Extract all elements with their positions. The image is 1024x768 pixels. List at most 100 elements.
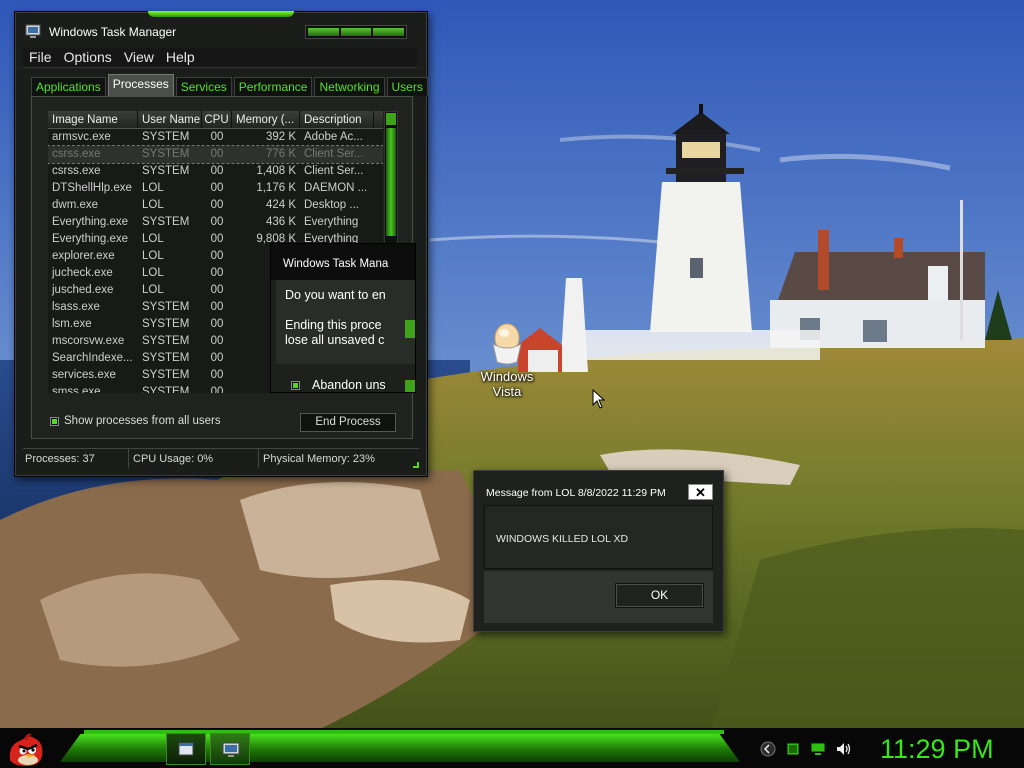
- cell-user-name: SYSTEM: [142, 369, 190, 381]
- cell-user-name: SYSTEM: [142, 386, 190, 393]
- window-top-glow: [148, 11, 294, 17]
- abandon-option-label: Abandon uns: [312, 378, 386, 392]
- confirm-title-bar[interactable]: Windows Task Mana: [271, 244, 415, 280]
- show-hidden-icons-icon[interactable]: [760, 741, 776, 757]
- cell-image-name: csrss.exe: [52, 148, 101, 160]
- message-text: WINDOWS KILLED LOL XD: [496, 533, 629, 545]
- tab-strip: Applications Processes Services Performa…: [31, 74, 428, 96]
- show-all-processes-label: Show processes from all users: [64, 415, 221, 427]
- cell-description: Everything: [304, 216, 359, 228]
- action-center-icon[interactable]: [786, 742, 800, 756]
- volume-icon[interactable]: [836, 742, 852, 756]
- cell-description: Desktop ...: [304, 199, 359, 211]
- table-row[interactable]: csrss.exe SYSTEM 00 776 K Client Ser...: [48, 145, 383, 164]
- cell-cpu: 00: [210, 148, 224, 160]
- cell-user-name: LOL: [142, 284, 164, 296]
- confirm-text-line2: lose all unsaved c: [285, 333, 385, 347]
- menu-options[interactable]: Options: [58, 48, 118, 67]
- window-controls: [305, 25, 407, 39]
- cell-cpu: 00: [210, 267, 224, 279]
- status-cpu-usage: CPU Usage: 0%: [129, 449, 259, 468]
- message-close-button[interactable]: ✕: [688, 484, 713, 500]
- taskbar-green-band: [60, 734, 740, 762]
- cell-user-name: LOL: [142, 267, 164, 279]
- menu-help[interactable]: Help: [160, 48, 201, 67]
- mouse-cursor-icon: [592, 389, 606, 409]
- table-row[interactable]: csrss.exe SYSTEM 00 1,408 K Client Ser...: [48, 163, 383, 180]
- tab-users[interactable]: Users: [386, 77, 428, 96]
- maximize-button[interactable]: [340, 28, 372, 36]
- tab-processes[interactable]: Processes: [107, 74, 174, 96]
- checkbox-checked[interactable]: [50, 416, 59, 426]
- tab-services[interactable]: Services: [175, 77, 232, 96]
- column-description[interactable]: Description: [300, 111, 374, 128]
- cell-description: Client Ser...: [304, 148, 364, 160]
- table-row[interactable]: dwm.exe LOL 00 424 K Desktop ...: [48, 197, 383, 214]
- confirm-accent-mark-bottom: [405, 380, 415, 392]
- cell-cpu: 00: [210, 182, 224, 194]
- column-cpu[interactable]: CPU: [202, 111, 232, 128]
- start-button-angry-bird-icon[interactable]: [6, 730, 46, 768]
- cell-user-name: SYSTEM: [142, 216, 190, 228]
- title-bar[interactable]: Windows Task Manager: [15, 20, 427, 46]
- cell-cpu: 00: [210, 250, 224, 262]
- column-user-name[interactable]: User Name: [138, 111, 202, 128]
- cell-cpu: 00: [210, 369, 224, 381]
- taskbar-show-desktop-button[interactable]: [166, 733, 206, 765]
- window-icon: [178, 742, 194, 756]
- cell-cpu: 00: [210, 352, 224, 364]
- column-memory[interactable]: Memory (...: [232, 111, 300, 128]
- cell-cpu: 00: [210, 284, 224, 296]
- cell-image-name: lsass.exe: [52, 301, 100, 313]
- tab-performance[interactable]: Performance: [233, 77, 313, 96]
- taskbar-clock[interactable]: 11:29 PM: [880, 733, 994, 765]
- cell-cpu: 00: [210, 318, 224, 330]
- system-tray: [760, 738, 852, 760]
- desktop-icon-windows-vista[interactable]: Windows Vista: [470, 322, 544, 399]
- window-title: Windows Task Manager: [49, 25, 177, 39]
- abandon-unsaved-option[interactable]: Abandon uns: [291, 378, 386, 392]
- cell-cpu: 00: [210, 165, 224, 177]
- status-processes: Processes: 37: [23, 449, 129, 468]
- show-all-processes-checkbox[interactable]: Show processes from all users: [50, 415, 221, 427]
- menu-file[interactable]: File: [23, 48, 58, 67]
- cell-user-name: SYSTEM: [142, 318, 190, 330]
- ok-button[interactable]: OK: [615, 583, 704, 608]
- cell-user-name: SYSTEM: [142, 301, 190, 313]
- message-title: Message from LOL 8/8/2022 11:29 PM: [486, 487, 666, 499]
- cell-user-name: SYSTEM: [142, 131, 190, 143]
- cell-memory: 436 K: [265, 216, 296, 228]
- resize-grip-icon[interactable]: [413, 462, 419, 468]
- confirm-text-line1: Ending this proce: [285, 318, 382, 332]
- cell-user-name: SYSTEM: [142, 335, 190, 347]
- cell-cpu: 00: [210, 301, 224, 313]
- minimize-button[interactable]: [308, 28, 339, 36]
- cell-image-name: Everything.exe: [52, 233, 129, 245]
- taskbar-task-manager-button[interactable]: [210, 733, 250, 765]
- status-physical-memory: Physical Memory: 23%: [263, 453, 375, 465]
- table-row[interactable]: Everything.exe SYSTEM 00 436 K Everything: [48, 214, 383, 231]
- cell-description: Client Ser...: [304, 165, 364, 177]
- table-row[interactable]: DTShellHlp.exe LOL 00 1,176 K DAEMON ...: [48, 180, 383, 197]
- table-row[interactable]: armsvc.exe SYSTEM 00 392 K Adobe Ac...: [48, 129, 383, 146]
- task-manager-icon: [25, 24, 41, 38]
- cell-description: Adobe Ac...: [304, 131, 363, 143]
- network-icon[interactable]: [810, 742, 826, 756]
- tab-networking[interactable]: Networking: [314, 77, 385, 96]
- tab-applications[interactable]: Applications: [31, 77, 106, 96]
- scroll-up-arrow[interactable]: [386, 113, 396, 125]
- column-image-name[interactable]: Image Name: [48, 111, 138, 128]
- close-button[interactable]: [373, 28, 405, 36]
- menu-view[interactable]: View: [118, 48, 160, 67]
- confirm-title: Windows Task Mana: [283, 258, 389, 270]
- end-process-button[interactable]: End Process: [300, 413, 396, 432]
- scrollbar-thumb[interactable]: [386, 128, 396, 236]
- confirm-question: Do you want to en: [285, 288, 386, 302]
- cell-cpu: 00: [210, 233, 224, 245]
- cell-image-name: DTShellHlp.exe: [52, 182, 132, 194]
- cell-image-name: explorer.exe: [52, 250, 115, 262]
- cell-user-name: LOL: [142, 199, 164, 211]
- abandon-option-icon[interactable]: [291, 380, 300, 390]
- end-process-confirm-dialog: Windows Task Mana Do you want to en Endi…: [270, 243, 416, 393]
- cell-image-name: jusched.exe: [52, 284, 114, 296]
